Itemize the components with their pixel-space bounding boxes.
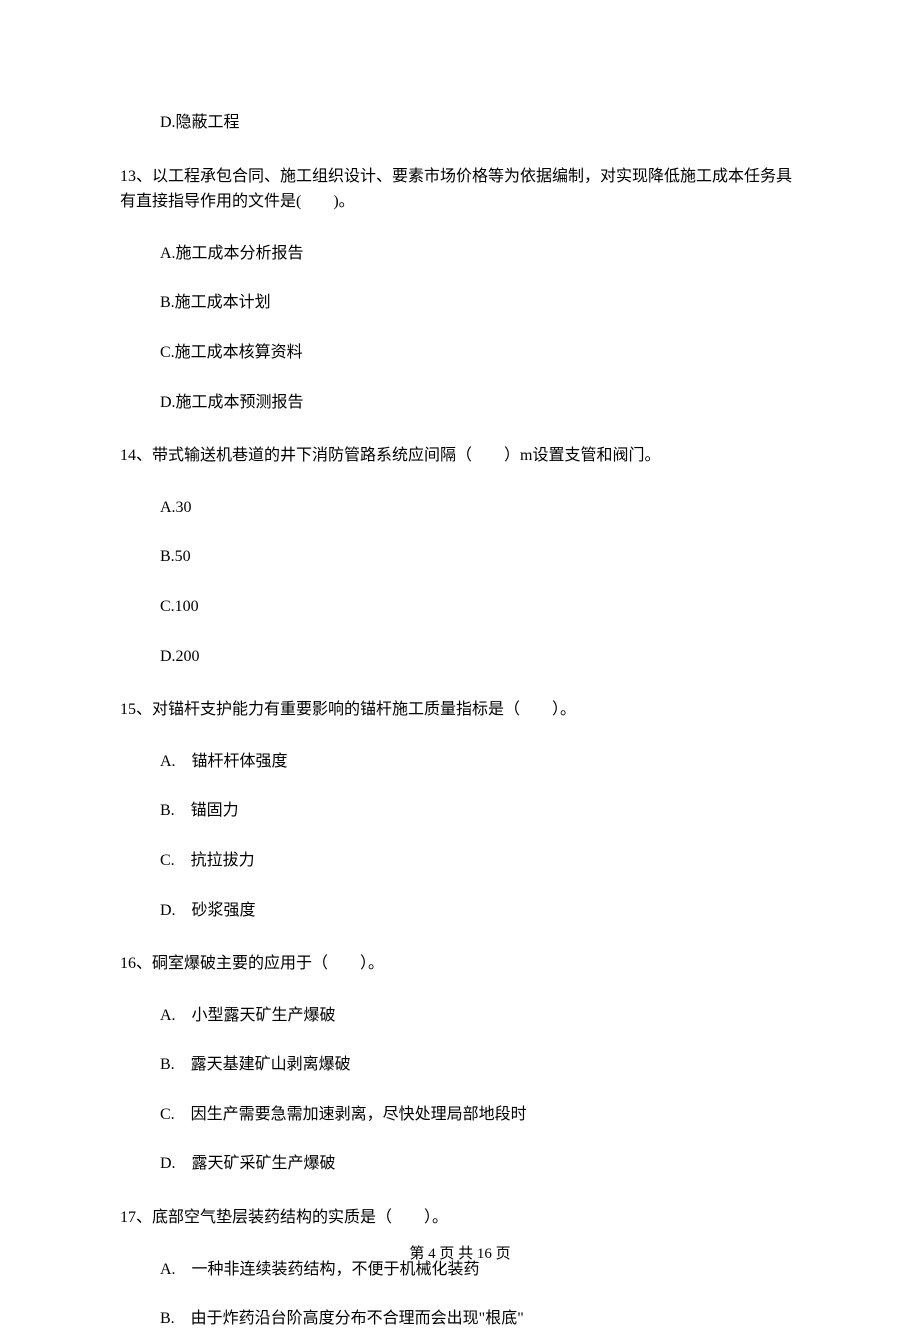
option-d: D.200 (160, 644, 800, 670)
question-13-options: A.施工成本分析报告 B.施工成本计划 C.施工成本核算资料 D.施工成本预测报… (120, 241, 800, 415)
option-b: B. 由于炸药沿台阶高度分布不合理而会出现"根底" (160, 1306, 800, 1332)
option-c: C.施工成本核算资料 (160, 340, 800, 366)
option-b: B.50 (160, 544, 800, 570)
orphan-option-block: D.隐蔽工程 (120, 110, 800, 136)
page-footer: 第 4 页 共 16 页 (0, 1242, 920, 1266)
option-c: C. 因生产需要急需加速剥离，尽快处理局部地段时 (160, 1102, 800, 1128)
question-15-options: A. 锚杆杆体强度 B. 锚固力 C. 抗拉拔力 D. 砂浆强度 (120, 749, 800, 923)
option-a: A.30 (160, 495, 800, 521)
option-d: D. 砂浆强度 (160, 898, 800, 924)
question-14-stem: 14、带式输送机巷道的井下消防管路系统应间隔（ ）m设置支管和阀门。 (120, 443, 800, 469)
option-d: D.隐蔽工程 (160, 110, 800, 136)
option-d: D.施工成本预测报告 (160, 390, 800, 416)
option-b: B. 锚固力 (160, 798, 800, 824)
question-16-stem: 16、硐室爆破主要的应用于（ ）。 (120, 951, 800, 977)
page-content: D.隐蔽工程 13、以工程承包合同、施工组织设计、要素市场价格等为依据编制，对实… (0, 0, 920, 1332)
option-a: A. 小型露天矿生产爆破 (160, 1003, 800, 1029)
question-17-options: A. 一种非连续装药结构，不便于机械化装药 B. 由于炸药沿台阶高度分布不合理而… (120, 1257, 800, 1332)
option-d: D. 露天矿采矿生产爆破 (160, 1151, 800, 1177)
question-13-stem: 13、以工程承包合同、施工组织设计、要素市场价格等为依据编制，对实现降低施工成本… (120, 164, 800, 215)
option-c: C.100 (160, 594, 800, 620)
option-b: B. 露天基建矿山剥离爆破 (160, 1052, 800, 1078)
question-15-stem: 15、对锚杆支护能力有重要影响的锚杆施工质量指标是（ ）。 (120, 697, 800, 723)
question-16-options: A. 小型露天矿生产爆破 B. 露天基建矿山剥离爆破 C. 因生产需要急需加速剥… (120, 1003, 800, 1177)
question-17-stem: 17、底部空气垫层装药结构的实质是（ ）。 (120, 1205, 800, 1231)
option-c: C. 抗拉拔力 (160, 848, 800, 874)
question-14-options: A.30 B.50 C.100 D.200 (120, 495, 800, 669)
page-number: 第 4 页 共 16 页 (409, 1246, 510, 1262)
option-a: A. 锚杆杆体强度 (160, 749, 800, 775)
option-b: B.施工成本计划 (160, 290, 800, 316)
option-a: A.施工成本分析报告 (160, 241, 800, 267)
